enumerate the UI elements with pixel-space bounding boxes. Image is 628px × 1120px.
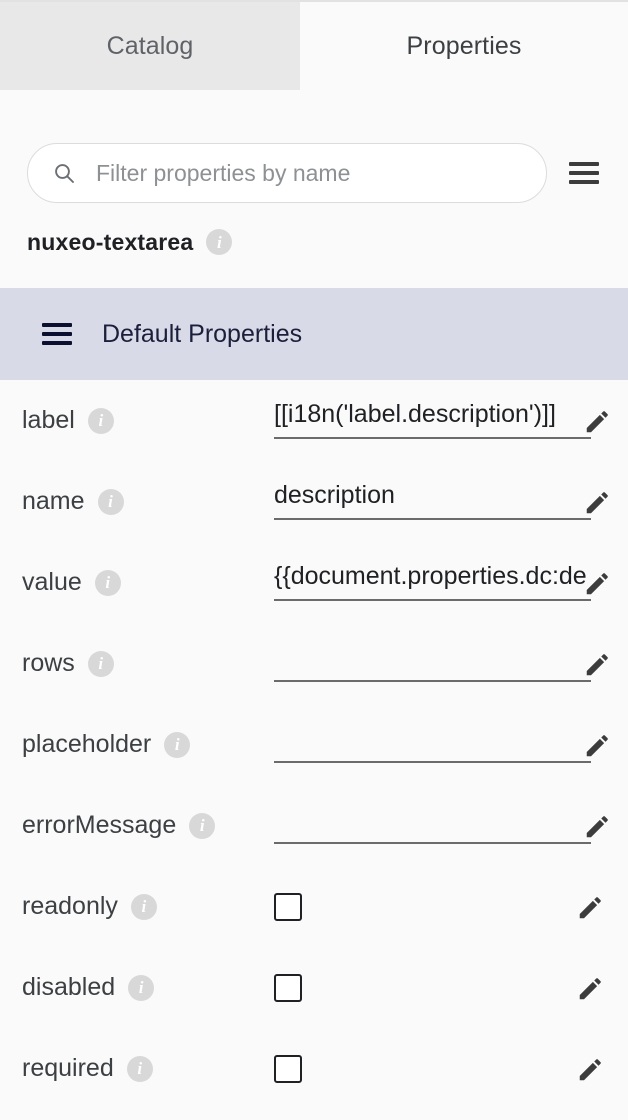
input-underline xyxy=(274,599,591,601)
input-underline xyxy=(274,518,591,520)
pencil-edit-icon[interactable] xyxy=(576,1054,606,1084)
property-value-cell xyxy=(252,623,628,704)
menu-bar-1 xyxy=(42,323,72,327)
section-title: Default Properties xyxy=(102,319,303,348)
menu-bar-3 xyxy=(42,341,72,345)
filter-menu-icon[interactable] xyxy=(569,162,599,184)
property-info-icon[interactable]: i xyxy=(94,569,121,596)
property-label: disabled xyxy=(22,973,116,1001)
tab-catalog[interactable]: Catalog xyxy=(0,2,300,90)
property-label: value xyxy=(22,568,82,596)
property-info-icon[interactable]: i xyxy=(97,488,124,515)
menu-bar-1 xyxy=(569,162,599,166)
property-info-icon[interactable]: i xyxy=(126,1055,153,1082)
tab-bar: Catalog Properties xyxy=(0,2,628,90)
menu-bar-2 xyxy=(42,332,72,336)
property-label-cell: required i xyxy=(0,1054,252,1083)
property-label-cell: value i xyxy=(0,568,252,597)
menu-bar-2 xyxy=(569,171,599,175)
tab-properties[interactable]: Properties xyxy=(300,2,628,90)
input-underline xyxy=(274,842,591,844)
property-value-cell: [[i18n('label.description')]] xyxy=(252,380,628,461)
property-list: label i [[i18n('label.description')]] name i… xyxy=(0,380,628,1109)
property-row: errorMessage i xyxy=(0,785,628,866)
property-value-cell xyxy=(252,1028,628,1109)
pencil-edit-icon[interactable] xyxy=(583,811,613,841)
pencil-edit-icon[interactable] xyxy=(583,568,613,598)
property-label-cell: readonly i xyxy=(0,892,252,921)
section-header-default-properties[interactable]: Default Properties xyxy=(0,288,628,380)
property-value-cell xyxy=(252,704,628,785)
input-underline xyxy=(274,680,591,682)
tab-properties-label: Properties xyxy=(406,31,522,60)
property-row: placeholder i xyxy=(0,704,628,785)
pencil-edit-icon[interactable] xyxy=(576,973,606,1003)
property-label: rows xyxy=(22,649,75,677)
property-row: required i xyxy=(0,1028,628,1109)
property-label-cell: placeholder i xyxy=(0,730,252,759)
pencil-edit-icon[interactable] xyxy=(583,406,613,436)
input-clip xyxy=(274,725,586,757)
property-value[interactable]: [[i18n('label.description')]] xyxy=(274,401,586,429)
property-label-cell: disabled i xyxy=(0,973,252,1002)
property-value-cell xyxy=(252,947,628,1028)
property-value-cell: description xyxy=(252,461,628,542)
property-label-cell: label i xyxy=(0,406,252,435)
tab-catalog-label: Catalog xyxy=(106,31,194,60)
property-info-icon[interactable]: i xyxy=(130,893,157,920)
property-row: name i description xyxy=(0,461,628,542)
checkbox-disabled[interactable] xyxy=(274,973,302,1002)
search-input[interactable] xyxy=(96,155,496,191)
section-drag-handle-icon[interactable] xyxy=(42,323,72,345)
property-label: placeholder xyxy=(22,730,152,758)
input-clip: description xyxy=(274,482,586,514)
input-clip: {{document.properties.dc:description}} xyxy=(274,563,586,595)
property-label-cell: rows i xyxy=(0,649,252,678)
component-title: nuxeo-textarea i xyxy=(0,220,628,264)
component-info-icon[interactable]: i xyxy=(206,229,233,255)
menu-bar-3 xyxy=(569,180,599,184)
input-clip xyxy=(274,806,586,838)
property-row: disabled i xyxy=(0,947,628,1028)
property-value[interactable]: {{document.properties.dc:description}} xyxy=(274,563,586,591)
property-info-icon[interactable]: i xyxy=(87,407,114,434)
pencil-edit-icon[interactable] xyxy=(583,649,613,679)
property-row: readonly i xyxy=(0,866,628,947)
search-icon xyxy=(55,164,74,183)
property-row: valuei {{document.properties.dc:descripti… xyxy=(0,542,628,623)
property-info-icon[interactable]: i xyxy=(87,650,114,677)
input-underline xyxy=(274,437,591,439)
property-label-cell: errorMessage i xyxy=(0,811,252,840)
property-info-icon[interactable]: i xyxy=(189,812,216,839)
pencil-edit-icon[interactable] xyxy=(583,487,613,517)
input-clip: [[i18n('label.description')]] xyxy=(274,401,586,433)
property-label: label xyxy=(22,406,75,434)
checkbox-required[interactable] xyxy=(274,1054,302,1083)
property-label: required xyxy=(22,1054,114,1082)
property-info-icon[interactable]: i xyxy=(128,974,155,1001)
property-info-icon[interactable]: i xyxy=(164,731,191,758)
property-label-cell: name i xyxy=(0,487,252,516)
checkbox-readonly[interactable] xyxy=(274,892,302,921)
pencil-edit-icon[interactable] xyxy=(583,730,613,760)
property-label: readonly xyxy=(22,892,118,920)
property-value-cell: {{document.properties.dc:description}} xyxy=(252,542,628,623)
filter-bar xyxy=(0,90,628,204)
component-name: nuxeo-textarea xyxy=(27,228,194,255)
property-label: errorMessage xyxy=(22,811,177,839)
property-value-cell xyxy=(252,866,628,947)
property-value[interactable]: description xyxy=(274,482,586,510)
property-value-cell xyxy=(252,785,628,866)
pencil-edit-icon[interactable] xyxy=(576,892,606,922)
search-box[interactable] xyxy=(27,143,547,203)
input-underline xyxy=(274,761,591,763)
property-row: rows i xyxy=(0,623,628,704)
input-clip xyxy=(274,644,586,676)
property-row: label i [[i18n('label.description')]] xyxy=(0,380,628,461)
property-label: name xyxy=(22,487,85,515)
